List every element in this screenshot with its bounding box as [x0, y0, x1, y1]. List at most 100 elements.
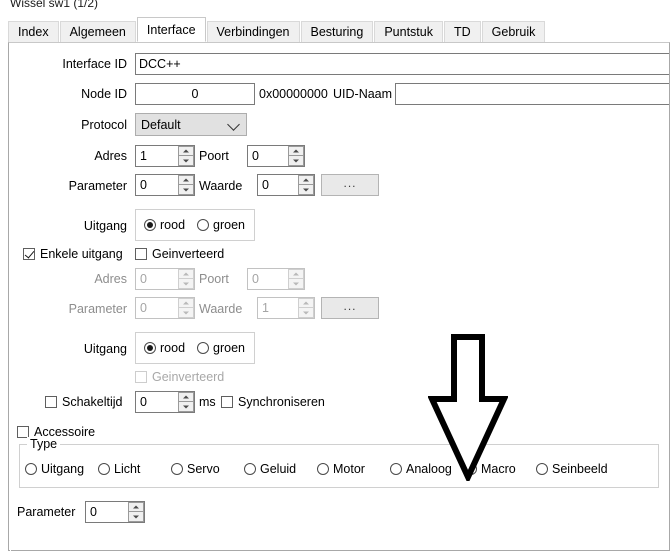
schakeltijd-value: 0 — [140, 395, 147, 409]
stepper-down-icon[interactable] — [288, 156, 304, 166]
tab-algemeen[interactable]: Algemeen — [59, 21, 136, 42]
tab-gebruik[interactable]: Gebruik — [481, 21, 546, 42]
secondary-radio-rood[interactable]: rood — [144, 341, 185, 355]
secondary-waarde-value: 1 — [262, 301, 269, 315]
window-title: Wissel sw1 (1/2) — [10, 0, 99, 10]
primary-browse-button[interactable]: ... — [321, 174, 379, 196]
radio-icon — [144, 219, 156, 231]
primary-waarde-label: Waarde — [199, 179, 243, 193]
primary-poort-stepper[interactable]: 0 — [247, 145, 305, 167]
type-radio-licht-label: Licht — [114, 462, 141, 476]
primary-uitgang-label: Uitgang — [83, 219, 127, 233]
interface-id-input[interactable]: DCC++ — [135, 53, 669, 75]
type-radio-motor[interactable]: Motor — [317, 462, 365, 476]
stepper-down-icon — [178, 308, 194, 318]
synchroniseren-checkbox[interactable]: Synchroniseren — [221, 395, 325, 409]
primary-poort-value: 0 — [252, 149, 259, 163]
tab-td[interactable]: TD — [443, 21, 481, 42]
radio-icon — [98, 463, 110, 475]
secondary-waarde-label: Waarde — [199, 302, 243, 316]
secondary-geinverteerd-checkbox: Geinverteerd — [135, 370, 224, 384]
secondary-parameter-stepper: 0 — [135, 297, 195, 319]
secondary-poort-stepper: 0 — [247, 268, 305, 290]
radio-icon — [197, 219, 209, 231]
type-radio-seinbeeld[interactable]: Seinbeeld — [536, 462, 608, 476]
tab-besturing[interactable]: Besturing — [300, 21, 374, 42]
schakeltijd-label: Schakeltijd — [62, 395, 123, 409]
primary-waarde-stepper[interactable]: 0 — [257, 174, 315, 196]
stepper-up-icon[interactable] — [178, 175, 194, 185]
tab-index[interactable]: Index — [8, 21, 59, 42]
type-radio-uitgang[interactable]: Uitgang — [25, 462, 84, 476]
stepper-up-icon[interactable] — [178, 146, 194, 156]
stepper-down-icon[interactable] — [128, 512, 144, 522]
stepper-arrows[interactable] — [177, 392, 194, 412]
radio-icon — [25, 463, 37, 475]
primary-geinverteerd-checkbox[interactable]: Geinverteerd — [135, 247, 224, 261]
secondary-parameter-value: 0 — [140, 301, 147, 315]
primary-parameter-value: 0 — [140, 178, 147, 192]
schakeltijd-checkbox[interactable]: Schakeltijd — [45, 395, 122, 409]
stepper-down-icon[interactable] — [298, 185, 314, 195]
tab-verbindingen[interactable]: Verbindingen — [206, 21, 300, 42]
uid-name-input[interactable] — [395, 83, 669, 105]
stepper-arrows[interactable] — [287, 146, 304, 166]
radio-icon — [244, 463, 256, 475]
chevron-down-icon — [227, 117, 240, 131]
stepper-down-icon[interactable] — [178, 156, 194, 166]
radio-icon — [390, 463, 402, 475]
tab-interface[interactable]: Interface — [136, 17, 206, 42]
stepper-arrows — [287, 269, 304, 289]
stepper-arrows[interactable] — [297, 175, 314, 195]
enkele-uitgang-checkbox[interactable]: Enkele uitgang — [23, 247, 123, 261]
type-radio-licht[interactable]: Licht — [98, 462, 140, 476]
type-radio-analoog[interactable]: Analoog — [390, 462, 452, 476]
type-radio-geluid[interactable]: Geluid — [244, 462, 296, 476]
node-id-label: Node ID — [81, 87, 127, 101]
stepper-up-icon[interactable] — [178, 392, 194, 402]
primary-geinverteerd-label: Geinverteerd — [152, 247, 225, 261]
schakeltijd-stepper[interactable]: 0 — [135, 391, 195, 413]
secondary-waarde-stepper: 1 — [257, 297, 315, 319]
type-radio-macro[interactable]: Macro — [465, 462, 516, 476]
primary-radio-groen[interactable]: groen — [197, 218, 245, 232]
radio-icon — [144, 342, 156, 354]
type-radio-macro-label: Macro — [481, 462, 516, 476]
type-radio-analoog-label: Analoog — [406, 462, 452, 476]
stepper-down-icon — [298, 308, 314, 318]
accessory-parameter-stepper[interactable]: 0 — [85, 501, 145, 523]
stepper-arrows — [297, 298, 314, 318]
stepper-arrows[interactable] — [177, 175, 194, 195]
stepper-down-icon — [288, 279, 304, 289]
secondary-geinverteerd-label: Geinverteerd — [152, 370, 225, 384]
primary-radio-rood[interactable]: rood — [144, 218, 185, 232]
radio-icon — [171, 463, 183, 475]
type-radio-motor-label: Motor — [333, 462, 365, 476]
primary-waarde-value: 0 — [262, 178, 269, 192]
secondary-browse-button[interactable]: ... — [321, 297, 379, 319]
stepper-up-icon — [178, 269, 194, 279]
stepper-up-icon[interactable] — [288, 146, 304, 156]
secondary-radio-groen[interactable]: groen — [197, 341, 245, 355]
secondary-poort-label: Poort — [199, 272, 229, 286]
interface-tab-panel: Interface ID DCC++ Node ID 0 0x00000000 … — [8, 42, 670, 551]
type-radio-uitgang-label: Uitgang — [41, 462, 85, 476]
primary-parameter-stepper[interactable]: 0 — [135, 174, 195, 196]
type-radio-servo[interactable]: Servo — [171, 462, 220, 476]
primary-parameter-label: Parameter — [68, 179, 127, 193]
stepper-down-icon[interactable] — [178, 185, 194, 195]
stepper-arrows — [177, 269, 194, 289]
protocol-selected-value: Default — [141, 117, 181, 132]
stepper-arrows[interactable] — [127, 502, 144, 522]
stepper-up-icon[interactable] — [298, 175, 314, 185]
primary-adres-stepper[interactable]: 1 — [135, 145, 195, 167]
secondary-radio-rood-label: rood — [160, 341, 186, 355]
stepper-arrows — [177, 298, 194, 318]
tab-puntstuk[interactable]: Puntstuk — [374, 21, 443, 42]
stepper-arrows[interactable] — [177, 146, 194, 166]
node-id-input[interactable]: 0 — [135, 83, 255, 105]
secondary-parameter-label: Parameter — [68, 302, 127, 316]
stepper-up-icon[interactable] — [128, 502, 144, 512]
protocol-select[interactable]: Default — [135, 113, 247, 136]
stepper-down-icon[interactable] — [178, 402, 194, 412]
